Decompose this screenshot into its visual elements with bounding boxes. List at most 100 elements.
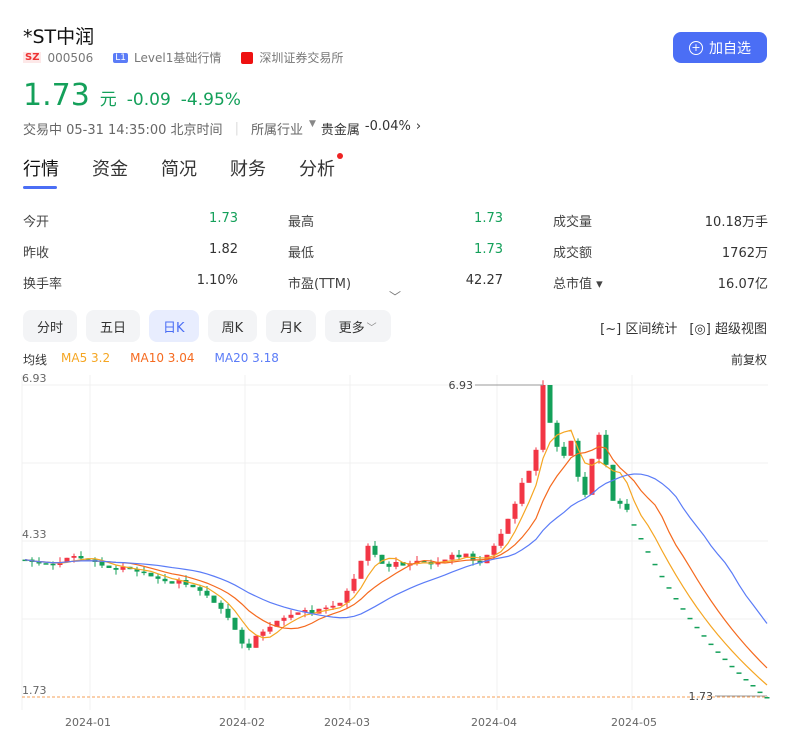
x-tick-label: 2024-01	[65, 716, 111, 729]
stat-label: 最高	[288, 215, 315, 230]
candle-body	[141, 571, 147, 574]
kline-chart[interactable]: 6.93 4.33 1.73 2024-01 2024-02 2024-03 2024-04…	[0, 370, 796, 735]
candle-body	[232, 617, 238, 630]
ma10-value: MA10 3.04	[130, 351, 195, 365]
candle-body	[358, 560, 364, 579]
stat-item: 昨收 1.82	[23, 242, 238, 261]
stat-label: 市盈(TTM)	[288, 277, 352, 292]
candle-body	[386, 563, 392, 567]
add-watchlist-button[interactable]: + 加自选	[673, 32, 767, 63]
stat-value: 16.07亿	[717, 277, 768, 292]
candle-body	[365, 545, 371, 561]
stat-item: 成交量 10.18万手	[553, 211, 768, 230]
candle-body	[533, 449, 539, 471]
period-more-label: 更多	[338, 320, 365, 336]
candle-body	[750, 685, 756, 687]
expand-chevron-icon[interactable]: ﹀	[389, 288, 401, 305]
candle-body	[288, 614, 294, 618]
tab-analysis-label: 分析	[299, 159, 335, 180]
tab-finance[interactable]: 财务	[230, 155, 266, 189]
period-selector: 分时 五日 日K 周K 月K 更多 ﹀	[23, 310, 391, 342]
chevron-down-icon: ﹀	[366, 322, 377, 334]
candle-body	[225, 608, 231, 618]
candle-body	[540, 385, 546, 450]
ma20-line	[24, 473, 768, 624]
price-change: -0.09	[126, 90, 171, 110]
period-daily-k[interactable]: 日K	[149, 310, 199, 342]
exchange-name: 深圳证券交易所	[259, 51, 344, 65]
candle-body	[372, 545, 378, 555]
candle-body	[113, 568, 119, 570]
candle-body	[666, 587, 672, 589]
period-more-dropdown[interactable]: 更多 ﹀	[324, 310, 391, 342]
candle-body	[463, 553, 469, 558]
candle-body	[701, 635, 707, 637]
candle-body	[106, 565, 112, 568]
price-block: 1.73 元 -0.09 -4.95%	[23, 78, 241, 113]
candle-body	[645, 551, 651, 553]
stock-code: 000506	[47, 50, 94, 65]
tab-profile[interactable]: 简况	[161, 155, 197, 189]
candle-body	[330, 605, 336, 608]
status-line: 交易中 05-31 14:35:00 北京时间 | 所属行业 ▼ 贵金属 -0.04…	[23, 119, 422, 138]
candle-body	[505, 518, 511, 534]
candle-body	[218, 602, 224, 609]
tab-funds[interactable]: 资金	[92, 155, 128, 189]
ma-label: 均线	[23, 353, 48, 367]
stock-meta: SZ 000506 L1 Level1基础行情 深圳证券交易所	[23, 49, 343, 66]
industry-name: 贵金属	[320, 123, 360, 138]
stat-value: 1.10%	[196, 273, 238, 288]
period-intraday[interactable]: 分时	[23, 310, 78, 342]
period-monthly-k[interactable]: 月K	[266, 310, 316, 342]
candle-body	[512, 503, 518, 519]
tab-analysis[interactable]: 分析	[299, 153, 343, 189]
candle-body	[708, 643, 714, 646]
range-stats-button[interactable]: [~] 区间统计	[600, 318, 677, 337]
candle-body	[197, 587, 203, 591]
candle-body	[743, 679, 749, 681]
level-text: Level1基础行情	[134, 51, 222, 65]
ma20-value: MA20 3.18	[214, 351, 279, 365]
candle-body	[78, 556, 84, 559]
candle-body	[694, 626, 700, 629]
candle-body	[155, 576, 161, 579]
stats-row: 今开 1.73 最高 1.73 成交量 10.18万手	[23, 205, 768, 236]
adjust-mode-button[interactable]: 前复权	[731, 351, 767, 368]
candle-body	[204, 590, 210, 596]
candle-body	[659, 575, 665, 578]
last-price-label: 1.73	[689, 690, 714, 703]
industry-link[interactable]: ▼ 贵金属 -0.04% ›	[309, 119, 421, 138]
stat-value: 1.73	[209, 211, 238, 226]
chevron-right-icon: ›	[415, 119, 422, 134]
candle-body	[673, 598, 679, 600]
tab-quote[interactable]: 行情	[23, 155, 59, 189]
ma5-value: MA5 3.2	[61, 351, 111, 365]
trade-status: 交易中 05-31 14:35:00 北京时间	[23, 123, 223, 138]
period-weekly-k[interactable]: 周K	[207, 310, 258, 342]
level-badge: L1	[113, 52, 129, 63]
stats-grid: 今开 1.73 最高 1.73 成交量 10.18万手 昨收 1.82 最低 1.73 成交额 176…	[23, 205, 768, 298]
candle-body	[50, 563, 56, 566]
stat-label: 最低	[288, 246, 315, 261]
candle-body	[631, 524, 637, 526]
china-flag-icon	[241, 51, 254, 64]
x-tick-label: 2024-05	[611, 716, 657, 729]
candle-body	[582, 476, 588, 495]
stat-value: 1762万	[721, 246, 768, 261]
period-five-day[interactable]: 五日	[86, 310, 141, 342]
candle-body	[568, 440, 574, 456]
candle-body	[456, 554, 462, 558]
price-change-pct: -4.95%	[180, 90, 241, 110]
super-view-button[interactable]: [◎] 超级视图	[689, 318, 767, 337]
stat-item: 最低 1.73	[288, 242, 503, 261]
candle-body	[498, 533, 504, 546]
candle-body	[323, 607, 329, 610]
stat-item: 总市值 ▾ 16.07亿	[553, 273, 768, 292]
stat-label: 昨收	[23, 246, 50, 261]
candle-body	[246, 643, 252, 648]
notification-dot	[337, 153, 343, 159]
price-unit: 元	[99, 90, 117, 110]
candle-body	[43, 563, 49, 565]
candle-body	[162, 578, 168, 582]
candle-body	[519, 482, 525, 504]
